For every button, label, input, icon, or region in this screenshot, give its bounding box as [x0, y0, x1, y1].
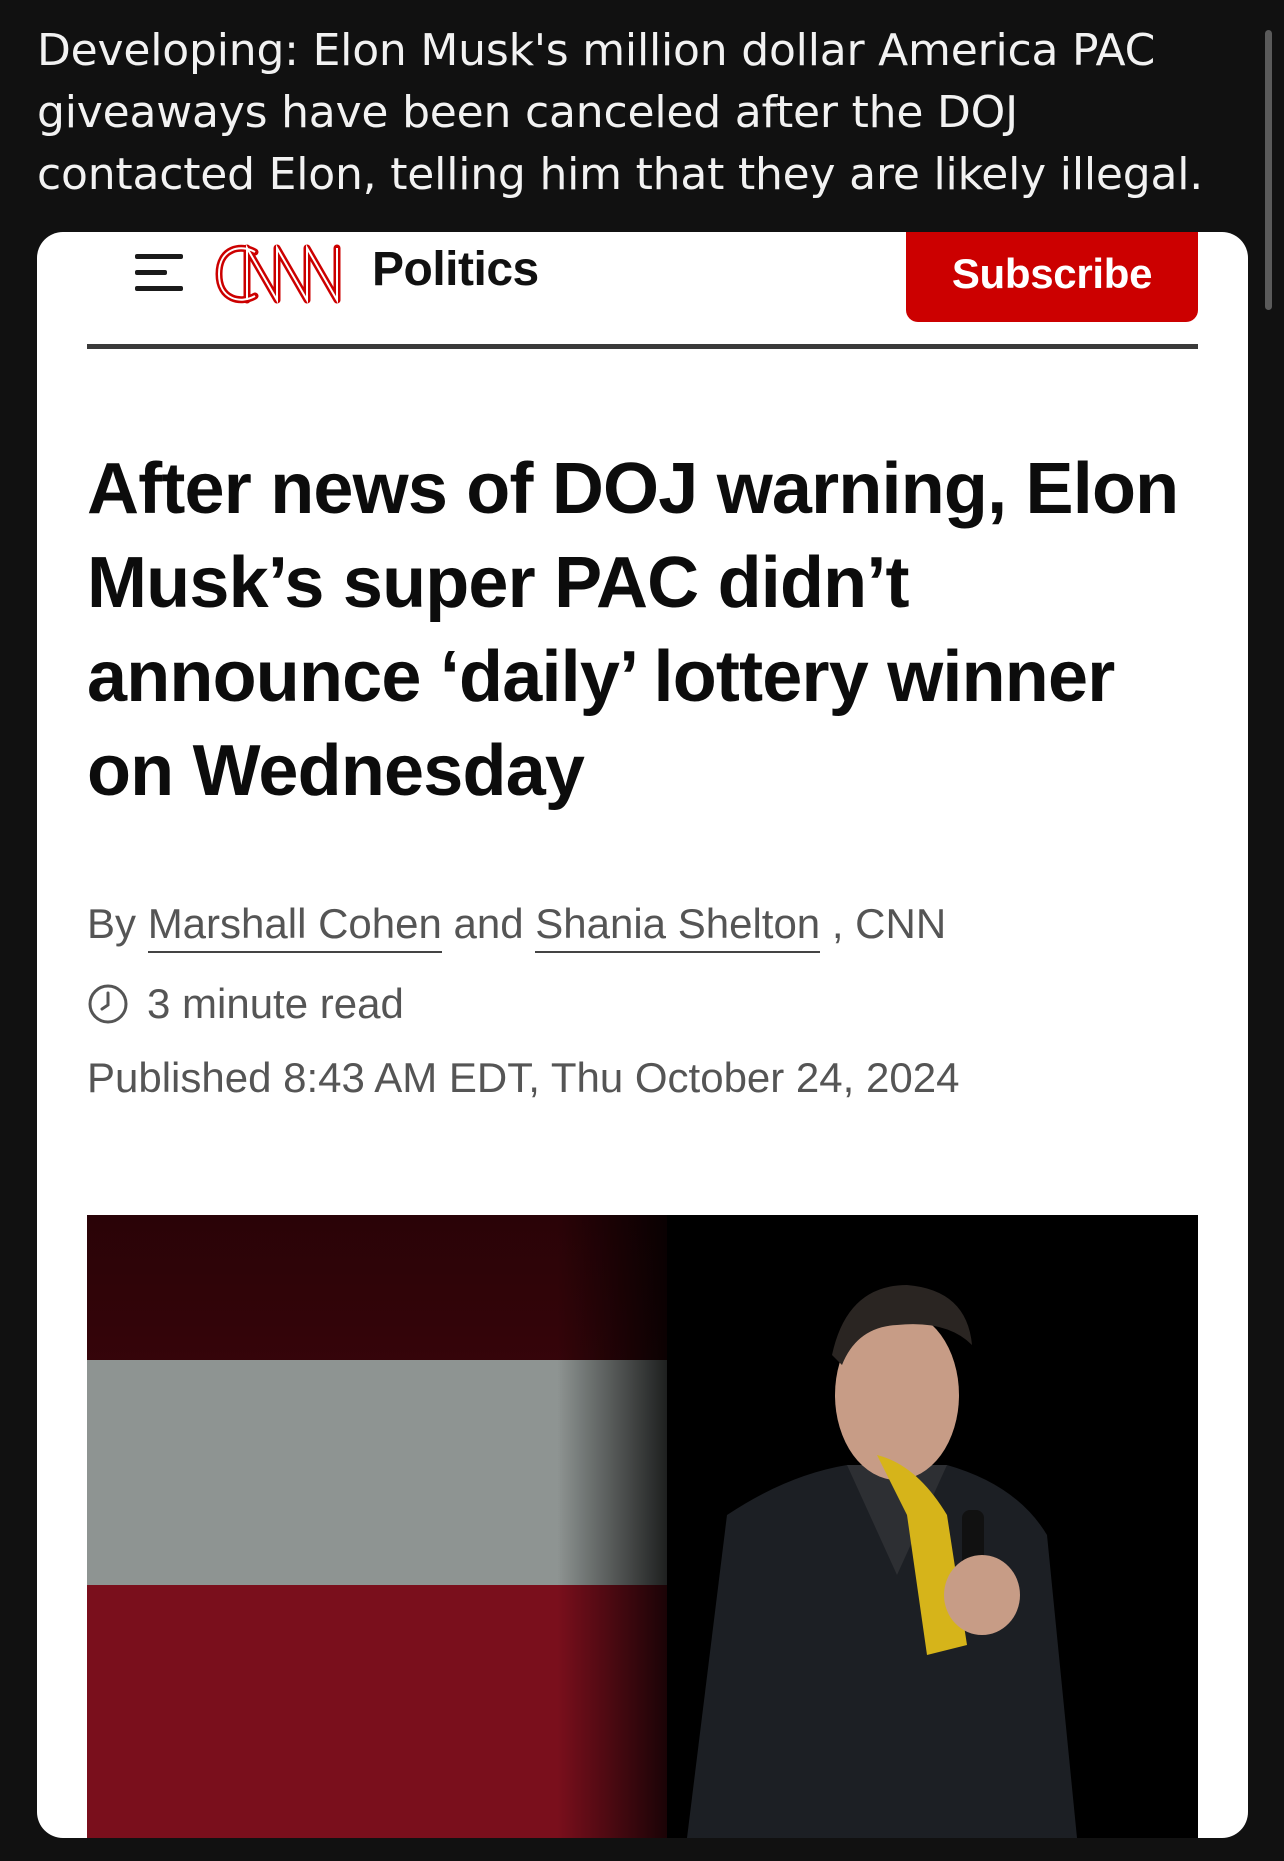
post-text: Developing: Elon Musk's million dollar A… [37, 25, 1204, 200]
scrollbar[interactable] [1265, 30, 1272, 310]
read-time-label: 3 minute read [147, 980, 404, 1027]
author-link-2[interactable]: Shania Shelton [535, 900, 821, 953]
top-nav: Politics Subscribe [87, 232, 1198, 349]
headline: After news of DOJ warning, Elon Musk’s s… [87, 449, 1179, 811]
byline: By Marshall Cohen and Shania Shelton , C… [87, 900, 947, 953]
published-date: Published 8:43 AM EDT, Thu October 24, 2… [87, 1054, 960, 1101]
cnn-logo[interactable] [211, 236, 361, 312]
byline-suffix: , CNN [831, 900, 947, 947]
read-time: 3 minute read [87, 980, 404, 1028]
hero-photo [87, 1215, 1198, 1838]
subscribe-button[interactable]: Subscribe [906, 232, 1198, 322]
author-link-1[interactable]: Marshall Cohen [147, 900, 442, 953]
byline-prefix: By [87, 900, 148, 947]
hamburger-menu-icon[interactable] [135, 250, 193, 294]
section-label[interactable]: Politics [372, 242, 539, 297]
clock-icon [88, 984, 128, 1024]
byline-joiner: and [453, 900, 536, 947]
article-card: Politics Subscribe After news of DOJ war… [37, 232, 1248, 1838]
